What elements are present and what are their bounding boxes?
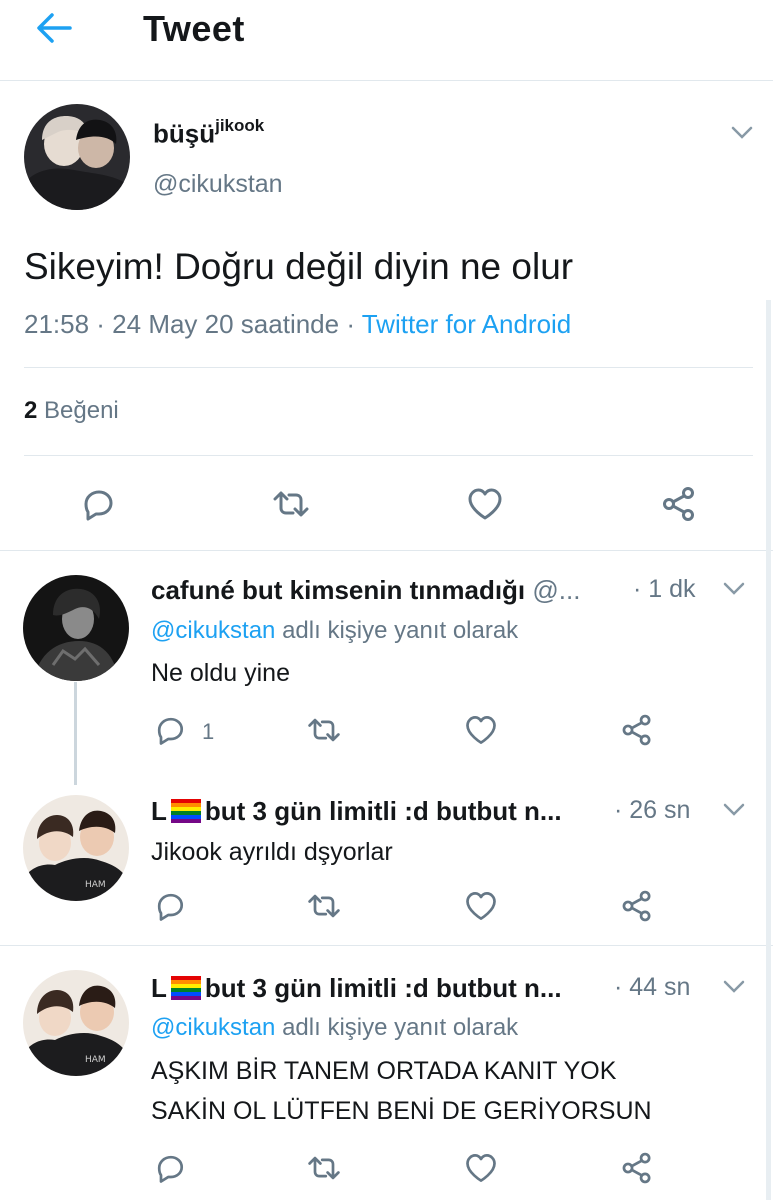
reply-button[interactable] xyxy=(78,484,118,524)
retweet-button[interactable] xyxy=(306,888,342,924)
rainbow-flag-icon xyxy=(170,976,201,1000)
arrow-left-icon[interactable] xyxy=(34,10,74,46)
page-title: Tweet xyxy=(143,8,245,49)
reply-button[interactable] xyxy=(152,712,188,748)
divider xyxy=(0,550,773,551)
share-button[interactable] xyxy=(659,484,699,524)
timestamp: 21:58 · 24 May 20 saatinde · xyxy=(24,309,362,339)
retweet-button[interactable] xyxy=(306,1150,342,1186)
divider xyxy=(24,455,753,456)
retweet-button[interactable] xyxy=(306,712,342,748)
svg-text:HAM: HAM xyxy=(85,880,106,890)
chevron-down-icon[interactable] xyxy=(723,803,745,817)
tweet-meta: 21:58 · 24 May 20 saatinde · Twitter for… xyxy=(24,309,571,340)
svg-text:HAM: HAM xyxy=(85,1055,106,1065)
tweet-text: Sikeyim! Doğru değil diyin ne olur xyxy=(24,246,574,287)
avatar[interactable] xyxy=(23,575,129,681)
divider xyxy=(0,945,773,946)
reply-text: Jikook ayrıldı dşyorlar xyxy=(151,838,393,866)
reply-button[interactable] xyxy=(152,888,188,924)
divider xyxy=(24,367,753,368)
reply-author[interactable]: Lbut 3 gün limitli :d butbut n... xyxy=(151,973,562,1004)
share-button[interactable] xyxy=(619,712,655,748)
replying-to: @cikukstan adlı kişiye yanıt olarak xyxy=(151,617,519,644)
reply-time: · 44 sn xyxy=(614,973,691,1001)
reply-author[interactable]: cafuné but kimsenin tınmadığı @... xyxy=(151,575,580,606)
avatar[interactable]: HAM xyxy=(23,795,129,901)
rainbow-flag-icon xyxy=(170,799,201,823)
chevron-down-icon[interactable] xyxy=(731,126,753,140)
like-button[interactable] xyxy=(463,888,499,924)
chevron-down-icon[interactable] xyxy=(723,582,745,596)
reply-time: · 26 sn xyxy=(614,796,691,824)
thread-connector xyxy=(74,682,77,785)
scrollbar[interactable] xyxy=(766,300,771,1200)
chevron-down-icon[interactable] xyxy=(723,980,745,994)
likes-count[interactable]: 2 Beğeni xyxy=(24,397,119,425)
tweet-source-link[interactable]: Twitter for Android xyxy=(362,309,572,339)
avatar[interactable]: HAM xyxy=(23,970,129,1076)
share-button[interactable] xyxy=(619,888,655,924)
reply-text-line: AŞKIM BİR TANEM ORTADA KANIT YOK xyxy=(151,1057,617,1085)
reply-author[interactable]: Lbut 3 gün limitli :d butbut n... xyxy=(151,796,562,827)
display-name[interactable]: büşüjikook xyxy=(153,116,264,150)
avatar[interactable] xyxy=(24,104,130,210)
like-button[interactable] xyxy=(463,712,499,748)
reply-text: Ne oldu yine xyxy=(151,659,290,687)
reply-time: · 1 dk xyxy=(633,575,696,603)
replying-to: @cikukstan adlı kişiye yanıt olarak xyxy=(151,1014,519,1041)
top-bar: Tweet xyxy=(0,0,773,81)
user-handle[interactable]: @cikukstan xyxy=(153,170,283,199)
retweet-button[interactable] xyxy=(271,484,311,524)
reply-count: 1 xyxy=(202,719,215,744)
reply-text-line: SAKİN OL LÜTFEN BENİ DE GERİYORSUN xyxy=(151,1097,652,1125)
like-button[interactable] xyxy=(465,484,505,524)
share-button[interactable] xyxy=(619,1150,655,1186)
reply-button[interactable] xyxy=(152,1150,188,1186)
like-button[interactable] xyxy=(463,1150,499,1186)
